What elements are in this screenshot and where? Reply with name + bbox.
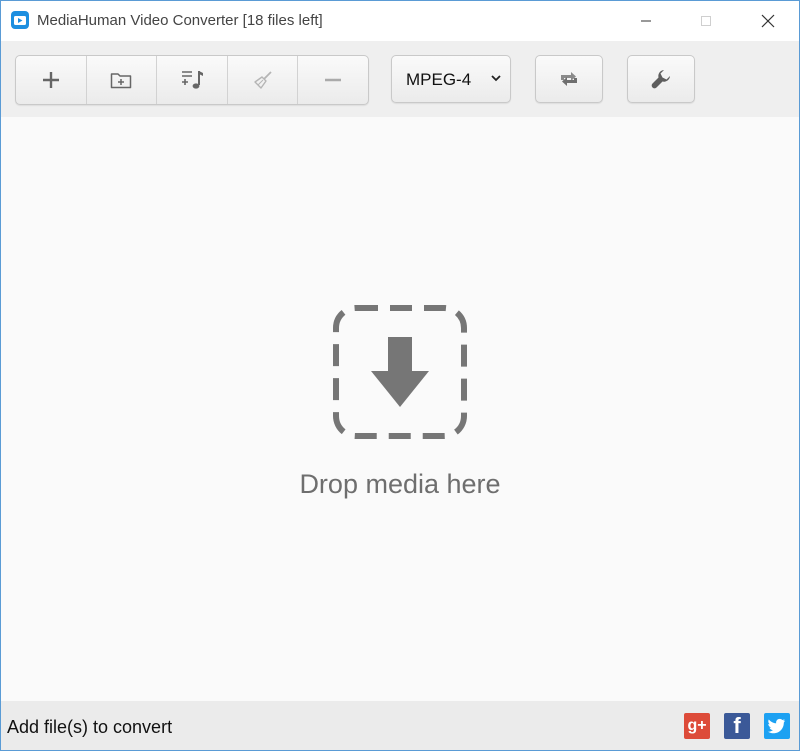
drop-area[interactable]: Drop media here — [1, 117, 799, 701]
plus-icon — [42, 72, 59, 88]
convert-arrows-icon — [561, 72, 577, 86]
twitter-icon — [768, 718, 785, 734]
maximize-button[interactable] — [683, 1, 729, 41]
title-bar[interactable]: MediaHuman Video Converter [18 files lef… — [1, 1, 799, 41]
window-title: MediaHuman Video Converter [18 files lef… — [37, 12, 323, 29]
close-button[interactable] — [745, 1, 791, 41]
chevron-down-icon — [491, 75, 501, 82]
add-folder-button[interactable] — [87, 56, 158, 104]
facebook-button[interactable]: f — [724, 713, 750, 739]
drop-media-label: Drop media here — [299, 469, 501, 499]
google-plus-icon: g+ — [687, 717, 707, 734]
google-plus-button[interactable]: g+ — [684, 713, 710, 739]
broom-icon — [253, 71, 272, 89]
add-folder-icon — [111, 73, 132, 89]
remove-file-button[interactable] — [298, 56, 368, 104]
add-playlist-button[interactable] — [157, 56, 228, 104]
add-playlist-icon — [181, 71, 203, 89]
format-select[interactable]: MPEG-4 — [391, 55, 511, 103]
minimize-button[interactable] — [623, 1, 669, 41]
status-bar: Add file(s) to convert g+ f — [1, 701, 799, 750]
minimize-icon — [641, 20, 651, 22]
drop-arrow-icon — [333, 305, 467, 439]
clear-list-button[interactable] — [228, 56, 299, 104]
twitter-button[interactable] — [764, 713, 790, 739]
add-files-button[interactable] — [16, 56, 87, 104]
facebook-icon: f — [733, 713, 741, 738]
app-logo-icon — [11, 11, 29, 29]
wrench-icon — [651, 70, 670, 89]
toolbar: MPEG-4 — [1, 41, 799, 117]
maximize-icon — [701, 16, 711, 26]
app-window: MediaHuman Video Converter [18 files lef… — [0, 0, 800, 751]
convert-button[interactable] — [535, 55, 603, 103]
file-actions-group — [15, 55, 369, 105]
status-text: Add file(s) to convert — [7, 717, 173, 737]
close-icon — [761, 14, 775, 28]
minus-icon — [325, 78, 342, 82]
settings-button[interactable] — [627, 55, 695, 103]
format-selected-value: MPEG-4 — [406, 70, 472, 89]
